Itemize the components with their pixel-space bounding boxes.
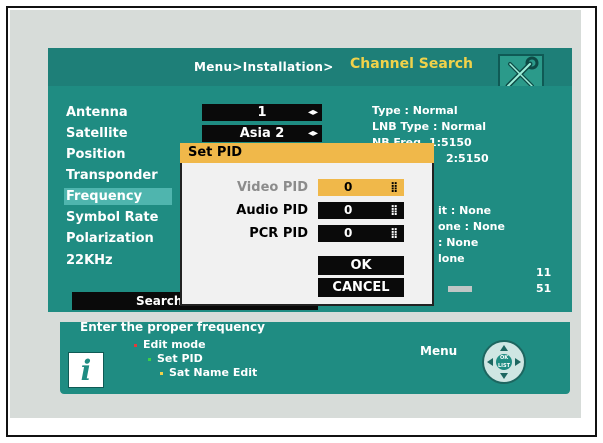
video-pid-field[interactable]: 0 ⣿: [318, 179, 404, 196]
pcr-pid-value: 0: [344, 226, 353, 240]
dialog-title: Set PID: [180, 143, 434, 163]
yellow-bullet-icon: [160, 371, 163, 375]
setting-label-position[interactable]: Position: [64, 146, 172, 163]
help-item-edit-mode: Edit mode: [134, 338, 206, 351]
left-right-arrows-icon: ◂▸: [307, 107, 318, 118]
audio-pid-value: 0: [344, 203, 353, 217]
signal-level-bar: [448, 286, 472, 292]
setting-label-antenna: Antenna: [66, 105, 128, 120]
satellite-field[interactable]: Asia 2 ◂▸: [202, 125, 322, 142]
red-bullet-icon: [134, 343, 137, 347]
green-bullet-icon: [148, 357, 151, 361]
keypad-icon: ⣿: [390, 205, 398, 216]
info-partial-4: lone: [438, 252, 465, 265]
setting-label-polarization[interactable]: Polarization: [64, 230, 172, 247]
setting-label-symbol-rate[interactable]: Symbol Rate: [64, 209, 172, 226]
setting-label-frequency[interactable]: Frequency: [64, 188, 172, 205]
video-pid-label: Video PID: [236, 180, 308, 195]
setting-label-22khz[interactable]: 22KHz: [64, 252, 172, 269]
pcr-pid-label: PCR PID: [249, 226, 308, 241]
audio-pid-label: Audio PID: [236, 203, 308, 218]
info-lnb-type: LNB Type : Normal: [372, 120, 487, 133]
keypad-icon: ⣿: [390, 228, 398, 239]
info-icon: i: [68, 352, 104, 388]
signal-level-value: 11: [536, 266, 552, 279]
menu-label: Menu: [420, 344, 458, 358]
info-partial-1: it : None: [438, 204, 492, 217]
signal-quality-value: 51: [536, 282, 552, 295]
audio-pid-field[interactable]: 0 ⣿: [318, 202, 404, 219]
help-item-sat-name-edit: Sat Name Edit: [160, 366, 257, 379]
breadcrumb: Menu>Installation>: [194, 60, 334, 74]
info-partial-3: : None: [438, 236, 479, 249]
info-lnb-freq-2: 2:5150: [446, 152, 489, 165]
ok-list-key: OK LIST: [496, 354, 512, 370]
help-text: Enter the proper frequency: [80, 320, 265, 334]
cancel-button[interactable]: CANCEL: [318, 278, 404, 297]
remote-nav-pad-icon: OK LIST: [482, 340, 526, 384]
page-title: Channel Search: [350, 56, 473, 72]
ok-button[interactable]: OK: [318, 256, 404, 275]
info-partial-2: one : None: [438, 220, 505, 233]
left-right-arrows-icon: ◂▸: [307, 128, 318, 139]
satellite-value: Asia 2: [239, 126, 285, 141]
setting-label-transponder[interactable]: Transponder: [64, 167, 172, 184]
antenna-field[interactable]: 1 ◂▸: [202, 104, 322, 121]
keypad-icon: ⣿: [390, 182, 398, 193]
pcr-pid-field[interactable]: 0 ⣿: [318, 225, 404, 242]
setting-label-satellite: Satellite: [66, 126, 128, 141]
info-type: Type : Normal: [372, 104, 458, 117]
video-pid-value: 0: [344, 180, 353, 194]
antenna-value: 1: [257, 105, 267, 120]
help-item-set-pid: Set PID: [148, 352, 203, 365]
search-button-label: Search: [136, 294, 183, 308]
